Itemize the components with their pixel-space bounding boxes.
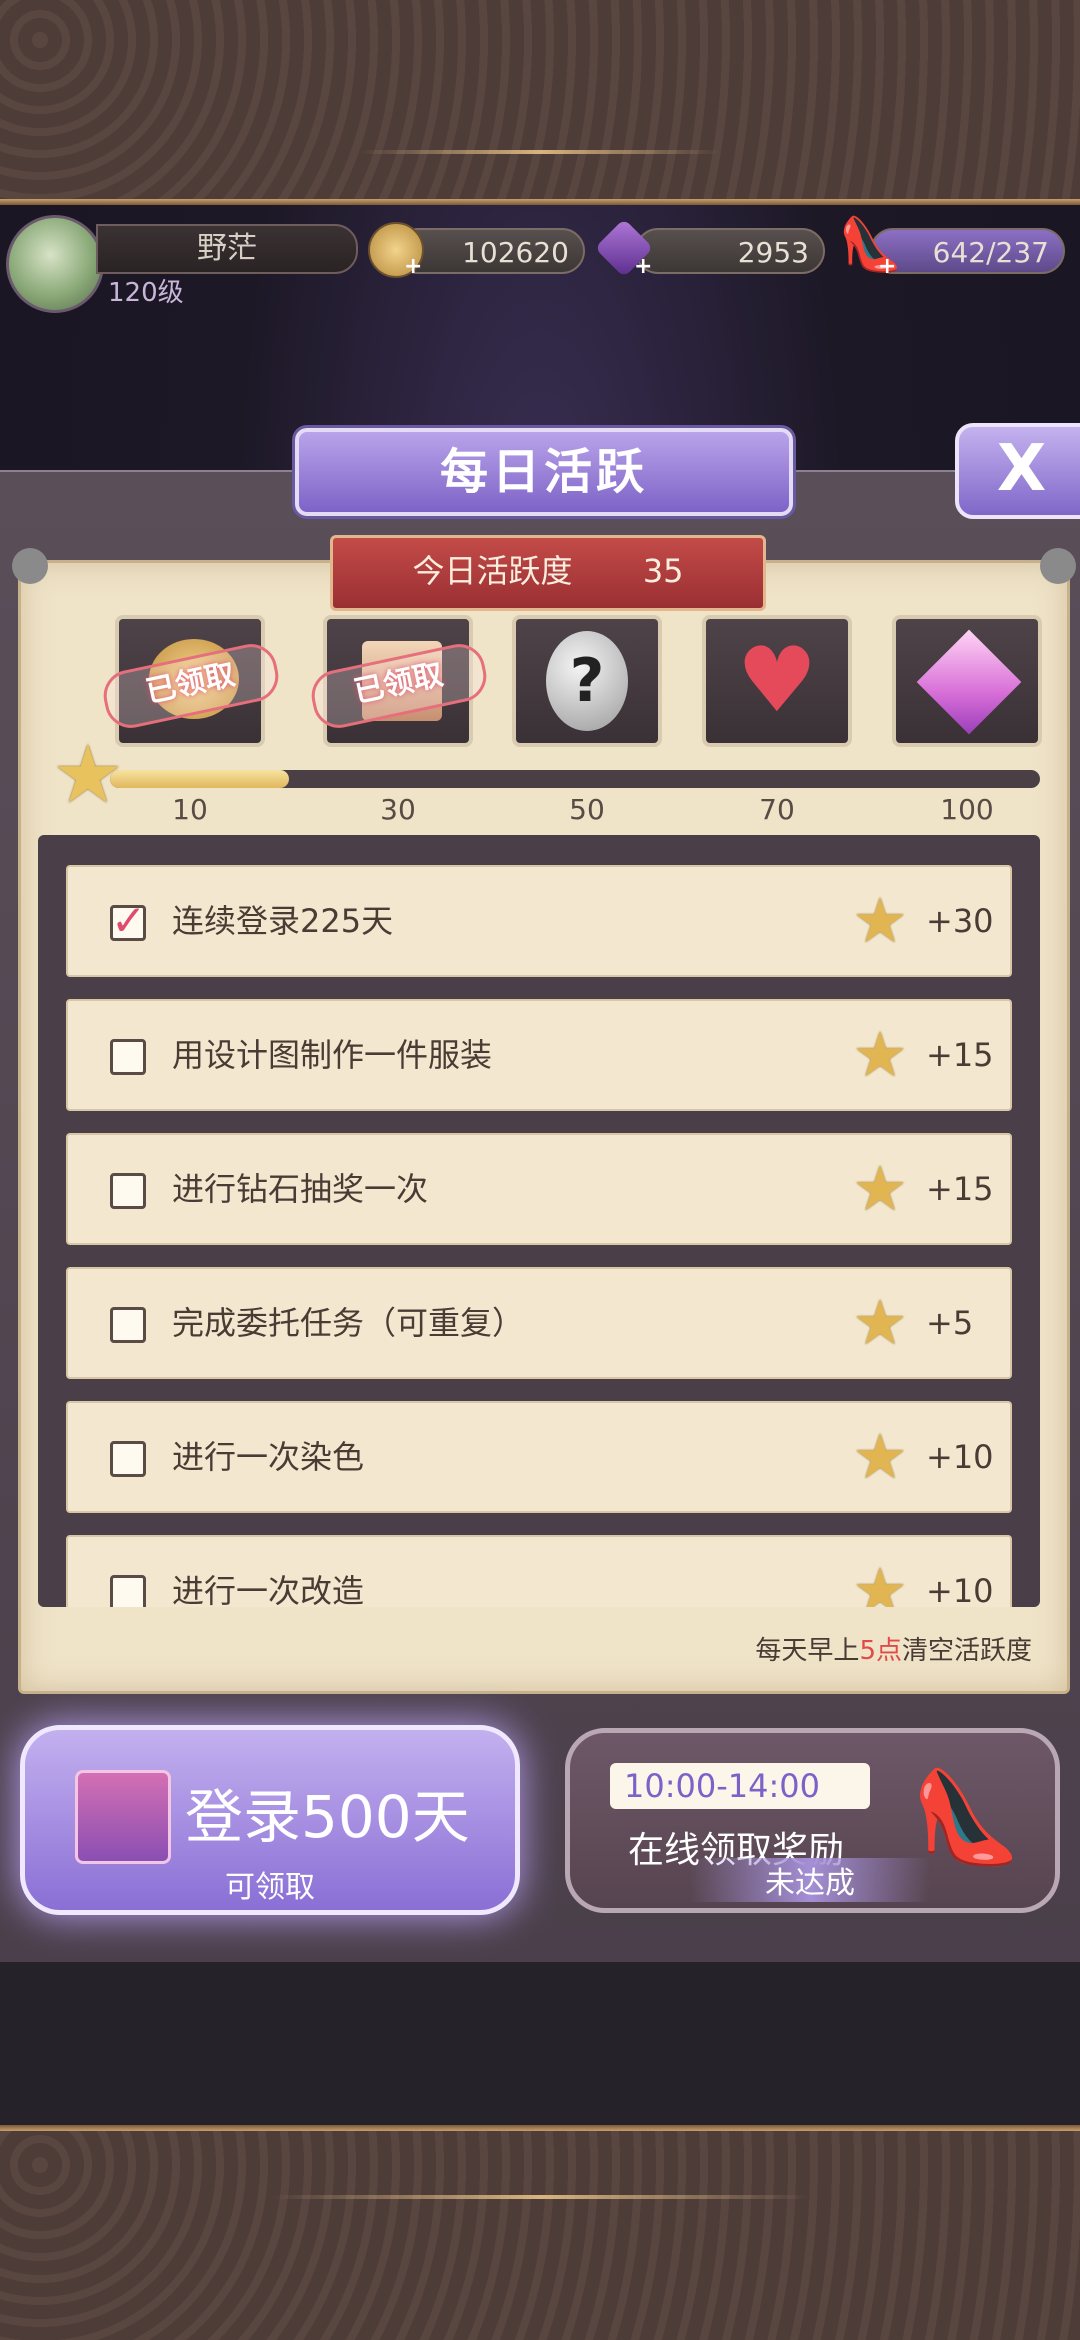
- panel-title: 每日活跃: [439, 444, 648, 500]
- star-icon: ★: [852, 884, 908, 957]
- task-checkbox: [110, 1173, 146, 1209]
- top-ornate-frame: [0, 0, 1080, 205]
- task-checkbox: [110, 1575, 146, 1607]
- task-label: 进行一次改造: [172, 1572, 365, 1607]
- task-checkbox: [110, 1039, 146, 1075]
- task-row[interactable]: ✓ 连续登录225天 ★ +30: [66, 865, 1012, 977]
- task-row[interactable]: 完成委托任务（可重复） ★ +5: [66, 1267, 1012, 1379]
- task-label: 进行一次染色: [172, 1438, 365, 1476]
- milestone-label: 70: [759, 793, 795, 826]
- activity-progress-fill: [110, 770, 290, 788]
- task-row[interactable]: 进行钻石抽奖一次 ★ +15: [66, 1133, 1012, 1245]
- task-points: +30: [926, 902, 994, 940]
- login-bonus-title: 登录500天: [185, 1783, 470, 1851]
- reset-note-prefix: 每天早上: [755, 1636, 860, 1666]
- reward-box-50[interactable]: ?: [512, 615, 662, 747]
- add-stamina-icon[interactable]: +: [878, 254, 896, 279]
- star-icon: ★: [852, 1554, 908, 1608]
- reward-box-30[interactable]: 已领取: [306, 615, 492, 747]
- task-label: 连续登录225天: [172, 902, 394, 940]
- milestone-label: 30: [380, 793, 416, 826]
- reward-box-70[interactable]: ♥: [702, 615, 852, 747]
- task-points: +15: [926, 1036, 994, 1074]
- task-checkbox: [110, 1307, 146, 1343]
- add-gold-icon[interactable]: +: [404, 254, 422, 279]
- player-level: 120级: [108, 278, 184, 308]
- reset-note-suffix: 清空活跃度: [901, 1636, 1032, 1666]
- diamond-icon: [916, 629, 1022, 735]
- task-label: 完成委托任务（可重复）: [172, 1304, 525, 1342]
- today-activity-value: 35: [642, 552, 684, 590]
- task-row[interactable]: 进行一次染色 ★ +10: [66, 1401, 1012, 1513]
- login-bonus-button[interactable]: 登录500天 可领取: [20, 1725, 520, 1915]
- reward-box-100[interactable]: [892, 615, 1042, 747]
- online-reward-button[interactable]: 10:00-14:00 在线领取奖励 👠 未达成: [565, 1728, 1060, 1913]
- star-icon: ★: [852, 1286, 908, 1359]
- reset-note-highlight: 5点: [859, 1636, 902, 1666]
- task-row[interactable]: 用设计图制作一件服装 ★ +15: [66, 999, 1012, 1111]
- checkmark-icon: ✓: [111, 896, 147, 945]
- online-time-range: 10:00-14:00: [610, 1763, 870, 1809]
- task-points: +5: [926, 1304, 974, 1342]
- milestone-label: 50: [569, 793, 605, 826]
- task-points: +10: [926, 1572, 994, 1607]
- milestone-label: 10: [172, 793, 208, 826]
- task-checkbox: [110, 1441, 146, 1477]
- mystery-question-icon: ?: [546, 631, 628, 731]
- bottom-flourish: [270, 2195, 810, 2199]
- reset-note: 每天早上5点清空活跃度: [600, 1630, 1032, 1667]
- top-flourish: [360, 150, 720, 154]
- avatar[interactable]: [6, 215, 104, 313]
- bottom-ornate-frame: [0, 2125, 1080, 2340]
- task-checkbox: ✓: [110, 896, 146, 945]
- online-reward-status: 未达成: [690, 1858, 930, 1902]
- activity-progress-bar: [110, 770, 1040, 788]
- task-list[interactable]: ✓ 连续登录225天 ★ +30 用设计图制作一件服装 ★ +15 进行钻石抽奖…: [38, 835, 1040, 1607]
- task-points: +15: [926, 1170, 994, 1208]
- pin-icon: [1040, 548, 1076, 584]
- task-label: 用设计图制作一件服装: [172, 1036, 493, 1074]
- reward-box-10[interactable]: 已领取: [98, 615, 284, 747]
- task-points: +10: [926, 1438, 994, 1476]
- gift-box-icon: [75, 1770, 171, 1864]
- add-gem-icon[interactable]: +: [634, 254, 652, 279]
- panel-title-banner: 每日活跃: [295, 428, 793, 516]
- close-button[interactable]: X: [955, 423, 1080, 519]
- login-bonus-status: 可领取: [225, 1870, 315, 1905]
- blurred-background-strip: [0, 1960, 1080, 2125]
- heart-icon: ♥: [736, 628, 818, 733]
- star-icon: ★: [852, 1152, 908, 1225]
- today-activity-label: 今日活跃度: [412, 552, 573, 590]
- star-icon: ★: [852, 1018, 908, 1091]
- task-label: 进行钻石抽奖一次: [172, 1170, 429, 1208]
- milestone-label: 100: [940, 793, 994, 826]
- task-row[interactable]: 进行一次改造 ★ +10: [66, 1535, 1012, 1607]
- today-activity-ribbon: 今日活跃度 35: [330, 535, 766, 611]
- star-icon: ★: [852, 1420, 908, 1493]
- gem-counter: 2953: [635, 228, 825, 274]
- glass-slipper-icon: 👠: [910, 1765, 1023, 1870]
- pin-icon: [12, 548, 48, 584]
- player-name: 野茫: [96, 224, 358, 274]
